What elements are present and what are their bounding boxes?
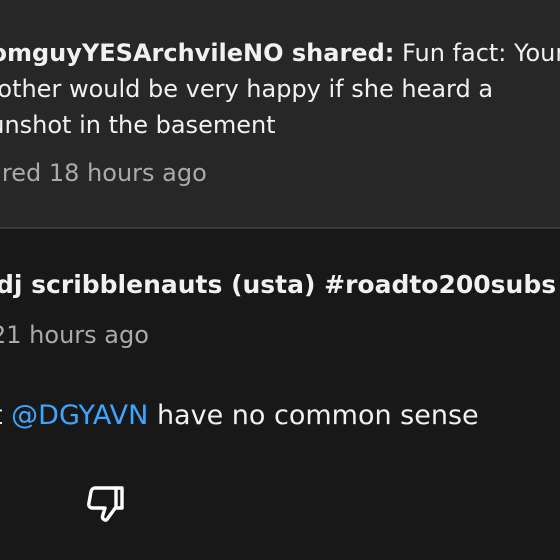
comment-body: have no common sense bbox=[148, 400, 479, 431]
shared-post-timestamp: hared 18 hours ago bbox=[0, 159, 207, 187]
dislike-button[interactable] bbox=[80, 478, 132, 530]
screen: oomguyYESArchvileNO shared: Fun fact: Yo… bbox=[0, 0, 560, 560]
comment-timestamp: 21 hours ago bbox=[0, 321, 149, 349]
thumbs-down-icon bbox=[82, 480, 130, 528]
comment-prefix: t bbox=[0, 400, 11, 431]
comment-mention[interactable]: @DGYAVN bbox=[11, 400, 148, 431]
shared-post-card[interactable]: oomguyYESArchvileNO shared: Fun fact: Yo… bbox=[0, 0, 560, 227]
shared-post-text: oomguyYESArchvileNO shared: Fun fact: Yo… bbox=[0, 35, 560, 143]
divider bbox=[0, 227, 560, 229]
comment-text: t @DGYAVN have no common sense bbox=[0, 397, 479, 435]
shared-post-author[interactable]: oomguyYESArchvileNO shared: bbox=[0, 39, 394, 67]
comment-author[interactable]: dj scribblenauts (usta) #roadto200subs bbox=[0, 267, 556, 303]
